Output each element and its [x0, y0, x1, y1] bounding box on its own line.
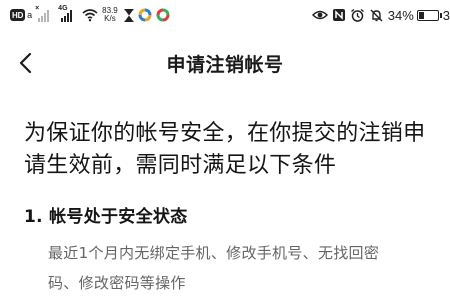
network-speed: 83.9 K/s [102, 7, 118, 23]
status-bar-right: 34% 3 [308, 6, 450, 24]
headline-line-1: 为保证你的帐号安全，在你提交的注销申 [24, 121, 426, 146]
navigation-bar: 申请注销帐号 [0, 40, 450, 84]
colorful-app-icon [138, 8, 152, 22]
signal-4g-icon: 4G [58, 5, 78, 22]
hd-voice-badge: HD [10, 9, 26, 21]
eye-icon [311, 10, 328, 20]
nfc-icon [332, 9, 345, 21]
battery-level-fill [418, 11, 424, 19]
hourglass-icon [124, 8, 134, 22]
headline-line-2: 请生效前，需同时满足以下条件 [24, 153, 337, 178]
condition-1-desc-line-1: 最近1个月内无绑定手机、修改手机号、无找回密 [48, 244, 380, 262]
colorful-app-icon-2 [156, 8, 170, 22]
page-title: 申请注销帐号 [166, 54, 284, 76]
wifi-icon [82, 9, 98, 22]
battery-percentage: 34% [387, 7, 414, 23]
battery-icon [416, 9, 442, 21]
status-bar-left: HD a × 4G 83.9 K/s [10, 5, 170, 24]
sim-indicator: a [27, 10, 33, 20]
mute-bell-icon [370, 9, 383, 21]
page: HD a × 4G 83.9 K/s 34% 3 申请注销帐号 为保证你的帐号安… [0, 0, 450, 300]
condition-1-desc-line-2: 码、修改密码等操作 [48, 274, 186, 292]
network-speed-unit: K/s [104, 14, 116, 23]
condition-1-description: 最近1个月内无绑定手机、修改手机号、无找回密 码、修改密码等操作 [48, 238, 450, 298]
condition-1-title: 1. 帐号处于安全状态 [24, 207, 188, 227]
alarm-icon [350, 8, 364, 22]
intro-text: 为保证你的帐号安全，在你提交的注销申 请生效前，需同时满足以下条件 [24, 118, 450, 182]
signal-strength-icon: × [35, 5, 55, 22]
status-bar: HD a × 4G 83.9 K/s 34% 3 [0, 0, 450, 30]
clock-partial: 3 [442, 7, 450, 23]
